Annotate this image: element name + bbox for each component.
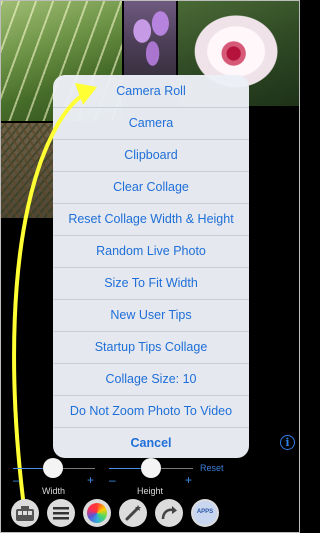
wand-icon[interactable] [119,499,147,527]
menu-item-random-live-photo[interactable]: Random Live Photo [53,235,249,266]
menu-item-new-user-tips[interactable]: New User Tips [53,299,249,330]
collage-grid-icon[interactable] [11,499,39,527]
width-minus-icon[interactable]: – [13,474,20,486]
menu-item-camera[interactable]: Camera [53,107,249,138]
info-icon[interactable]: i [280,435,295,450]
apps-badge-icon[interactable]: APPS [191,499,219,527]
menu-item-size-to-fit-width[interactable]: Size To Fit Width [53,267,249,298]
menu-item-reset-collage-size[interactable]: Reset Collage Width & Height [53,203,249,234]
cancel-button[interactable]: Cancel [53,427,249,458]
menu-item-collage-size[interactable]: Collage Size: 10 [53,363,249,394]
menu-item-clear-collage[interactable]: Clear Collage [53,171,249,202]
menu-item-startup-tips-collage[interactable]: Startup Tips Collage [53,331,249,362]
menu-item-clipboard[interactable]: Clipboard [53,139,249,170]
collage-photo-pine[interactable] [1,123,53,218]
height-label: Height [137,486,164,496]
height-minus-icon[interactable]: – [109,474,116,486]
apps-label: APPS [196,509,214,515]
redo-arrow-icon[interactable] [155,499,183,527]
menu-item-camera-roll[interactable]: Camera Roll [53,75,249,106]
reset-button[interactable]: Reset [200,463,224,473]
width-slider-knob[interactable] [43,458,63,478]
height-slider-knob[interactable] [141,458,161,478]
action-menu: Camera Roll Camera Clipboard Clear Colla… [53,75,249,458]
width-plus-icon[interactable]: + [87,474,94,486]
app-screen: Camera Roll Camera Clipboard Clear Colla… [0,0,300,533]
collage-photo-crocus[interactable] [124,1,176,76]
height-plus-icon[interactable]: + [185,474,192,486]
color-wheel-icon[interactable] [83,499,111,527]
width-label: Width [42,486,66,496]
menu-item-do-not-zoom[interactable]: Do Not Zoom Photo To Video [53,395,249,426]
menu-lines-icon[interactable] [47,499,75,527]
